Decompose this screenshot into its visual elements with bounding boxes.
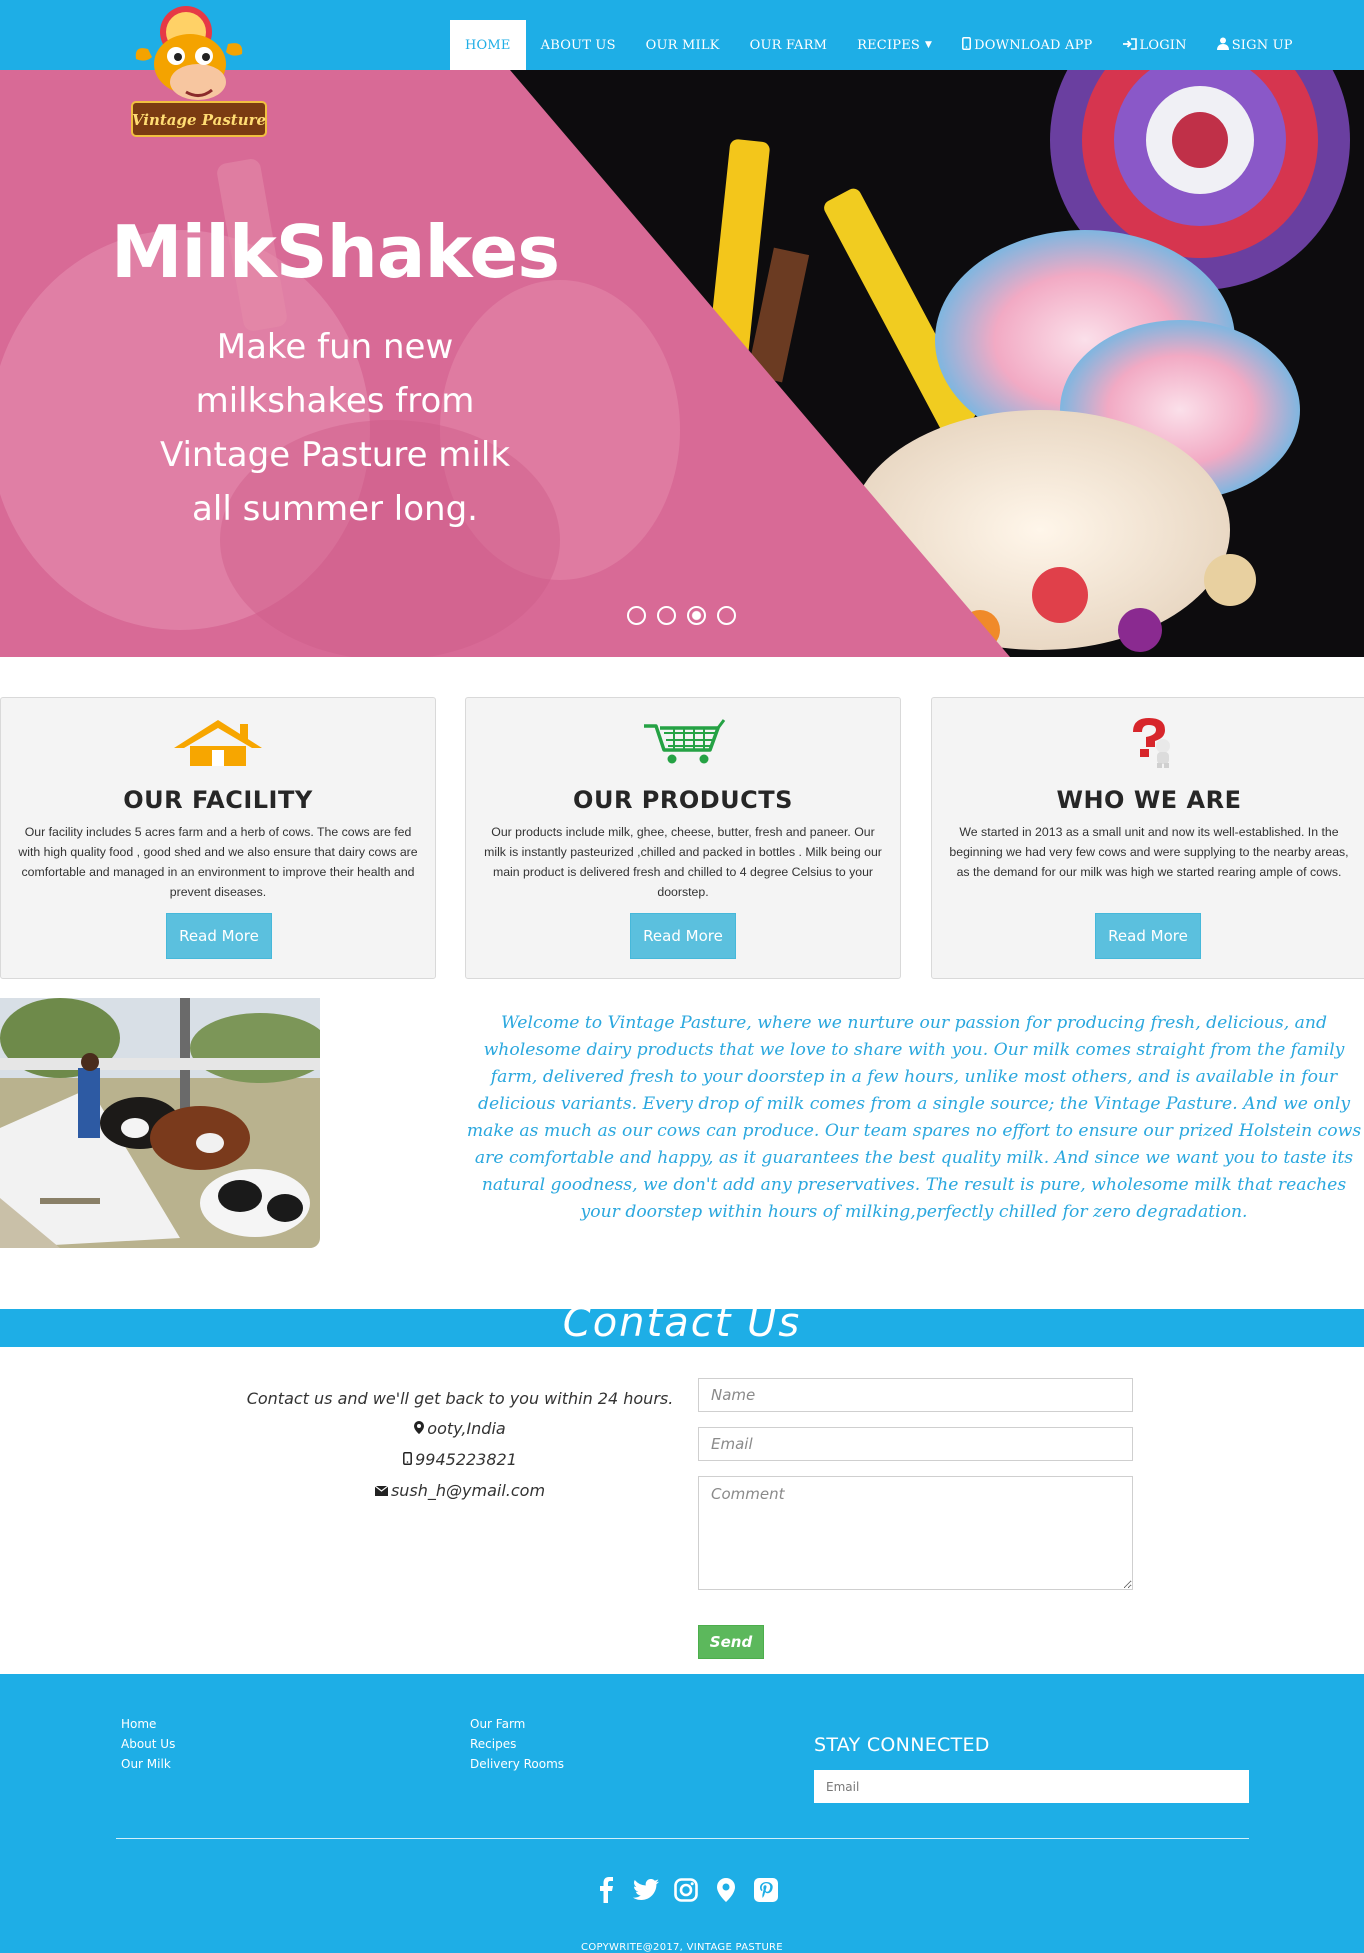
- social-links: [592, 1876, 780, 1904]
- copyright-text: COPYWRITE@2017, VINTAGE PASTURE: [581, 1942, 783, 1953]
- pinterest-icon[interactable]: [752, 1876, 780, 1904]
- feature-our-products: OUR PRODUCTS Our products include milk, …: [465, 697, 901, 979]
- contact-title: Contact Us: [562, 1300, 802, 1346]
- contact-phone: 9945223821: [210, 1445, 710, 1476]
- read-more-button[interactable]: Read More: [630, 913, 736, 959]
- feature-title: WHO WE ARE: [1056, 786, 1242, 814]
- nav-our-farm[interactable]: OUR FARM: [735, 20, 843, 70]
- footer-link-about-us[interactable]: About Us: [121, 1734, 175, 1754]
- map-marker-icon[interactable]: [712, 1876, 740, 1904]
- twitter-icon[interactable]: [632, 1876, 660, 1904]
- footer-divider: [116, 1838, 1249, 1839]
- nav-download-app[interactable]: DOWNLOAD APP: [947, 20, 1107, 70]
- facebook-icon[interactable]: [592, 1876, 620, 1904]
- nav-home[interactable]: HOME: [450, 20, 526, 70]
- phone-icon: [962, 37, 972, 53]
- house-icon: [1, 716, 435, 766]
- vintage-pasture-logo[interactable]: Vintage Pasture: [128, 4, 270, 146]
- user-icon: [1216, 37, 1229, 53]
- footer-links-col-2: Our Farm Recipes Delivery Rooms: [470, 1714, 564, 1774]
- carousel-dot-2[interactable]: [657, 606, 676, 625]
- hero-subtitle: Make fun new milkshakes from Vintage Pas…: [159, 327, 511, 529]
- instagram-icon[interactable]: [672, 1876, 700, 1904]
- phone-icon: [403, 1452, 413, 1469]
- shopping-cart-icon: [466, 716, 900, 766]
- nav-our-milk[interactable]: OUR MILK: [631, 20, 735, 70]
- question-mark-figure-icon: [932, 716, 1364, 768]
- contact-info: Contact us and we'll get back to you wit…: [210, 1384, 710, 1507]
- carousel-dot-3[interactable]: [687, 606, 706, 625]
- contact-email: sush_h@ymail.com: [210, 1476, 710, 1507]
- about-text: Welcome to Vintage Pasture, where we nur…: [466, 1013, 1362, 1222]
- footer-links-col-1: Home About Us Our Milk: [121, 1714, 175, 1774]
- caret-down-icon: ▼: [925, 40, 933, 50]
- footer-link-recipes[interactable]: Recipes: [470, 1734, 564, 1754]
- cows-farm-photo: [0, 998, 320, 1248]
- carousel-dot-4[interactable]: [717, 606, 736, 625]
- footer: Home About Us Our Milk Our Farm Recipes …: [0, 1674, 1364, 1953]
- contact-intro: Contact us and we'll get back to you wit…: [246, 1389, 674, 1408]
- carousel-indicators: [627, 606, 736, 625]
- footer-link-our-milk[interactable]: Our Milk: [121, 1754, 175, 1774]
- send-button[interactable]: Send: [698, 1625, 764, 1659]
- login-icon: [1122, 37, 1137, 53]
- envelope-icon: [374, 1484, 389, 1500]
- svg-text:Vintage Pasture: Vintage Pasture: [132, 111, 266, 129]
- read-more-button[interactable]: Read More: [1095, 913, 1201, 959]
- feature-text: We started in 2013 as a small unit and n…: [949, 825, 1349, 879]
- nav-sign-up[interactable]: SIGN UP: [1202, 20, 1308, 70]
- hero-carousel: MilkShakes Make fun new milkshakes from …: [0, 70, 1364, 657]
- nav-login[interactable]: LOGIN: [1108, 20, 1202, 70]
- nav-recipes[interactable]: RECIPES ▼: [842, 20, 947, 70]
- map-marker-icon: [414, 1421, 425, 1438]
- hero-title: MilkShakes: [110, 210, 560, 294]
- feature-text: Our products include milk, ghee, cheese,…: [484, 825, 882, 899]
- feature-who-we-are: WHO WE ARE We started in 2013 as a small…: [931, 697, 1364, 979]
- contact-location: ooty,India: [210, 1414, 710, 1445]
- carousel-dot-1[interactable]: [627, 606, 646, 625]
- feature-text: Our facility includes 5 acres farm and a…: [18, 825, 418, 899]
- read-more-button[interactable]: Read More: [166, 913, 272, 959]
- feature-our-facility: OUR FACILITY Our facility includes 5 acr…: [0, 697, 436, 979]
- feature-title: OUR FACILITY: [123, 786, 313, 814]
- footer-link-home[interactable]: Home: [121, 1714, 175, 1734]
- name-input[interactable]: [698, 1378, 1133, 1412]
- feature-title: OUR PRODUCTS: [573, 786, 793, 814]
- footer-link-our-farm[interactable]: Our Farm: [470, 1714, 564, 1734]
- nav-about-us[interactable]: ABOUT US: [526, 20, 631, 70]
- newsletter-email-input[interactable]: [814, 1770, 1249, 1803]
- main-nav: HOME ABOUT US OUR MILK OUR FARM RECIPES ▼…: [450, 20, 1308, 70]
- stay-connected-heading: STAY CONNECTED: [814, 1734, 990, 1756]
- comment-textarea[interactable]: [698, 1476, 1133, 1590]
- email-input[interactable]: [698, 1427, 1133, 1461]
- footer-link-delivery-rooms[interactable]: Delivery Rooms: [470, 1754, 564, 1774]
